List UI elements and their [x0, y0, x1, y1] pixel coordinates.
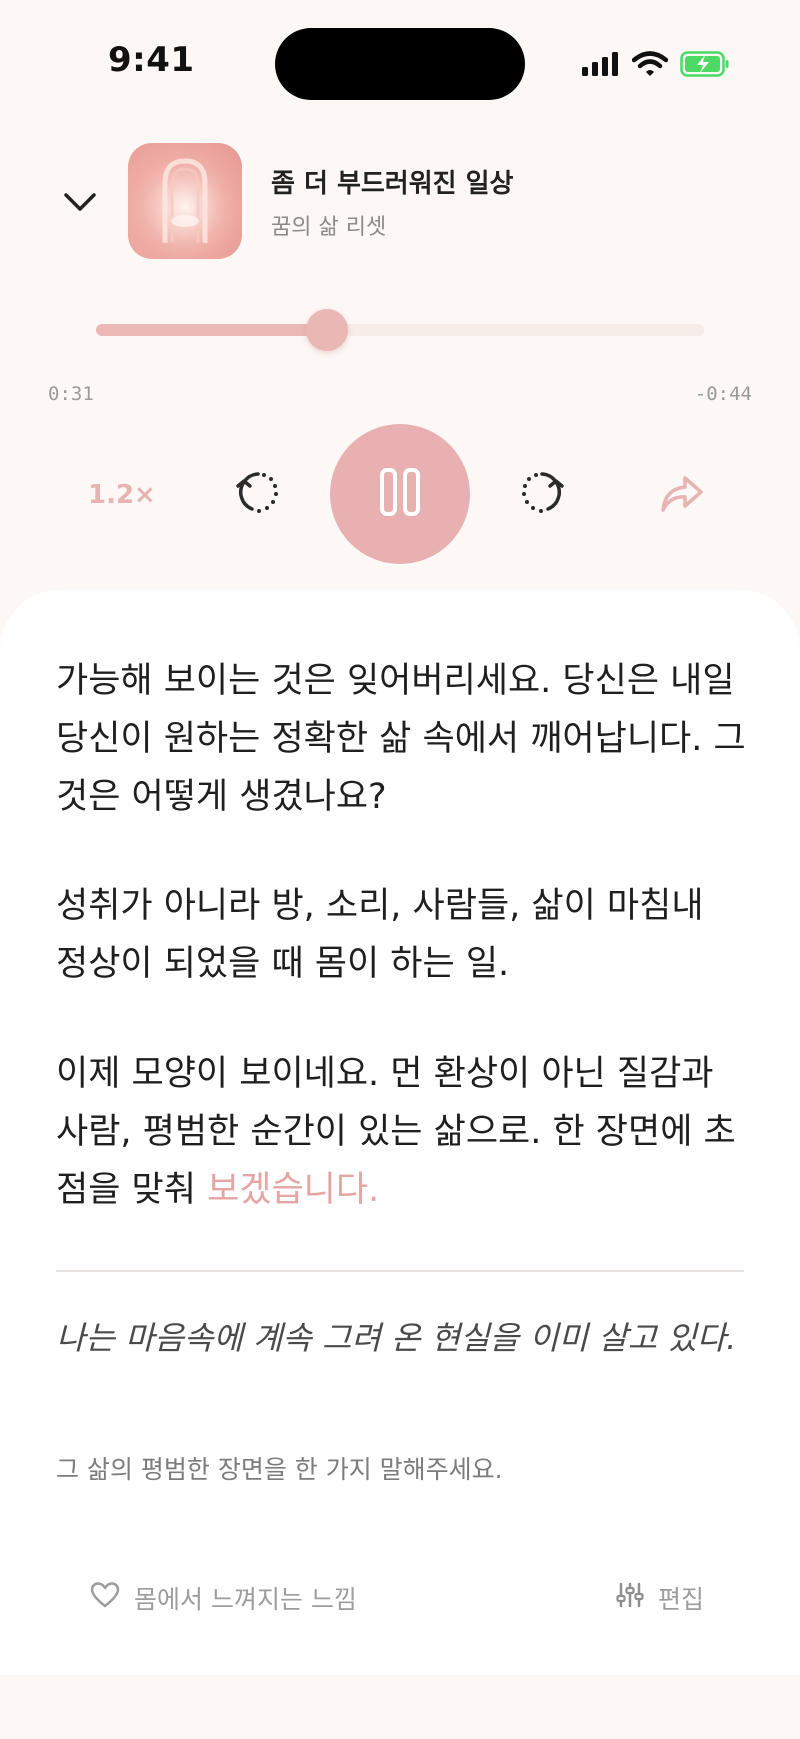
share-button[interactable] [654, 470, 710, 522]
progress-fill [96, 324, 328, 336]
paragraph-2: 성취가 아니라 방, 소리, 사람들, 삶이 마침내 정상이 되었을 때 몸이 … [56, 886, 704, 984]
screen: 9:41 좀 더 부드러워진 일상 꿈의 삶 리셋 0:31 -0:44 1.2… [0, 0, 800, 1739]
status-icons [582, 48, 730, 84]
paragraph-3-text: 이제 모양이 보이네요. 먼 환상이 아닌 질감과 사람, 평범한 순간이 있는… [56, 1054, 736, 1210]
progress-knob[interactable] [306, 309, 349, 351]
edit-label: 편집 [658, 1585, 705, 1614]
track-title: 좀 더 부드러워진 일상 [271, 169, 514, 199]
playback-speed-button[interactable]: 1.2× [88, 480, 156, 510]
rewind-button[interactable] [230, 466, 286, 522]
status-time: 9:41 [108, 40, 195, 80]
paragraph-3-highlight: 보겠습니다. [207, 1170, 380, 1210]
remaining-time: -0:44 [694, 383, 752, 405]
track-subtitle: 꿈의 삶 리셋 [271, 215, 387, 240]
dynamic-island [275, 28, 525, 100]
paragraph-1: 가능해 보이는 것은 잊어버리세요. 당신은 내일 당신이 원하는 정확한 삶 … [56, 661, 746, 817]
feel-label: 몸에서 느껴지는 느낌 [134, 1585, 357, 1614]
pause-icon [378, 467, 422, 521]
collapse-chevron-down-icon[interactable] [58, 180, 102, 224]
affirmation-text: 나는 마음속에 계속 그려 온 현실을 이미 살고 있다. [56, 1319, 737, 1357]
battery-icon [680, 51, 730, 81]
divider [56, 1270, 744, 1272]
elapsed-time: 0:31 [48, 383, 94, 405]
progress-slider[interactable] [96, 309, 704, 351]
forward-icon [516, 466, 568, 522]
sliders-icon [616, 1581, 644, 1615]
signal-icon [582, 52, 620, 80]
pause-button[interactable] [330, 424, 470, 564]
track-artwork [128, 143, 242, 259]
share-arrow-icon [658, 472, 706, 520]
paragraph-3: 이제 모양이 보이네요. 먼 환상이 아닌 질감과 사람, 평범한 순간이 있는… [56, 1045, 746, 1219]
rewind-icon [232, 466, 284, 522]
edit-button[interactable]: 편집 [616, 1580, 704, 1616]
heart-icon [90, 1581, 120, 1615]
forward-button[interactable] [514, 466, 570, 522]
feel-button[interactable]: 몸에서 느껴지는 느낌 [90, 1580, 357, 1616]
wifi-icon [631, 51, 669, 81]
prompt-text: 그 삶의 평범한 장면을 한 가지 말해주세요. [56, 1455, 503, 1484]
